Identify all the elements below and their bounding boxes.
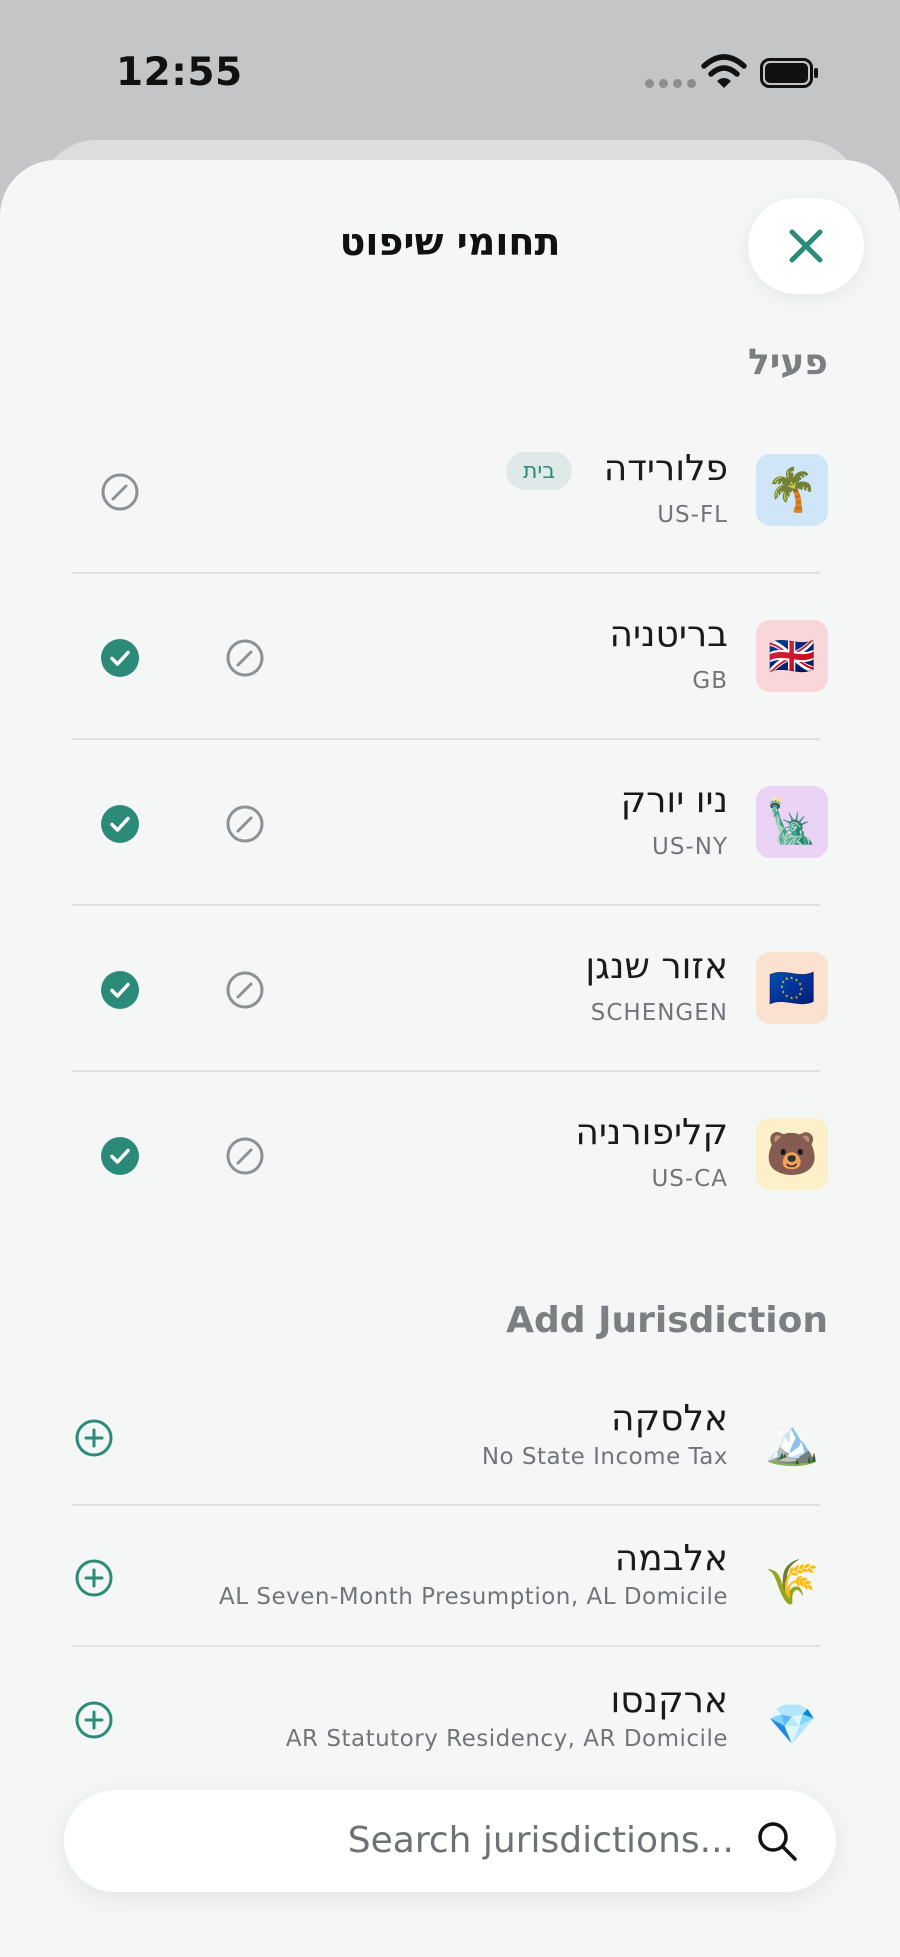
- jurisdiction-name: קליפורניה: [575, 1112, 728, 1153]
- search-icon[interactable]: [756, 1820, 798, 1862]
- jurisdiction-tile: 🏔️: [756, 1406, 828, 1478]
- checkmark-icon[interactable]: [100, 804, 140, 844]
- wheat-icon: 🌾: [764, 1557, 820, 1608]
- eu-flag-icon: 🇪🇺: [768, 965, 816, 1010]
- jurisdiction-tile: 🌾: [756, 1546, 828, 1618]
- active-jurisdiction-row[interactable]: 🌴 פלורידה בית US-FL: [72, 448, 828, 538]
- jurisdiction-tile: 💎: [756, 1688, 828, 1760]
- active-jurisdiction-row[interactable]: 🇪🇺 אזור שנגן SCHENGEN: [72, 946, 828, 1036]
- search-bar[interactable]: Search jurisdictions...: [64, 1790, 836, 1892]
- jurisdiction-detail: AR Statutory Residency, AR Domicile: [285, 1726, 728, 1752]
- status-time: 12:55: [116, 50, 243, 95]
- add-jurisdiction-row[interactable]: 🏔️ אלסקה No State Income Tax: [72, 1398, 828, 1488]
- close-icon: [789, 229, 823, 263]
- add-icon[interactable]: [74, 1558, 114, 1598]
- jurisdiction-name: בריטניה: [609, 614, 728, 655]
- jurisdiction-name: אלבמה: [614, 1538, 728, 1579]
- checkmark-icon[interactable]: [100, 638, 140, 678]
- mountain-icon: 🏔️: [764, 1417, 820, 1468]
- edit-icon[interactable]: [225, 638, 265, 678]
- active-jurisdiction-row[interactable]: 🗽 ניו יורק US-NY: [72, 780, 828, 870]
- battery-icon: [760, 58, 818, 88]
- bear-icon: 🐻: [765, 1129, 819, 1178]
- close-button[interactable]: [748, 198, 864, 294]
- cellular-signal-icon: [645, 79, 696, 88]
- add-section-label: Add Jurisdiction: [506, 1300, 828, 1341]
- divider: [72, 1504, 820, 1506]
- jurisdiction-tile: 🐻: [756, 1118, 828, 1190]
- jurisdiction-code: US-FL: [657, 502, 728, 528]
- palm-tree-icon: 🌴: [765, 465, 819, 514]
- jurisdiction-name: פלורידה: [603, 448, 728, 489]
- divider: [72, 738, 820, 740]
- edit-icon[interactable]: [225, 970, 265, 1010]
- statue-of-liberty-icon: 🗽: [765, 797, 819, 846]
- jurisdiction-name: ארקנסו: [610, 1680, 728, 1721]
- wifi-icon: [701, 54, 747, 88]
- add-jurisdiction-row[interactable]: 🌾 אלבמה AL Seven-Month Presumption, AL D…: [72, 1538, 828, 1628]
- jurisdiction-code: SCHENGEN: [590, 1000, 728, 1026]
- edit-icon[interactable]: [225, 804, 265, 844]
- divider: [72, 1070, 820, 1072]
- divider: [72, 572, 820, 574]
- active-jurisdiction-row[interactable]: 🇬🇧 בריטניה GB: [72, 614, 828, 704]
- search-input[interactable]: Search jurisdictions...: [348, 1820, 734, 1861]
- active-section-label: פעיל: [747, 342, 828, 383]
- jurisdiction-name: ניו יורק: [620, 780, 728, 821]
- divider: [72, 1645, 820, 1647]
- jurisdiction-detail: No State Income Tax: [481, 1444, 728, 1470]
- uk-flag-icon: 🇬🇧: [768, 633, 816, 678]
- jurisdiction-name: אלסקה: [611, 1398, 728, 1439]
- diamond-icon: 💎: [767, 1701, 817, 1748]
- jurisdiction-code: GB: [692, 668, 728, 694]
- divider: [72, 904, 820, 906]
- add-icon[interactable]: [74, 1700, 114, 1740]
- jurisdiction-tile: 🇪🇺: [756, 952, 828, 1024]
- jurisdiction-code: US-NY: [652, 834, 728, 860]
- add-jurisdiction-row[interactable]: 💎 ארקנסו AR Statutory Residency, AR Domi…: [72, 1680, 828, 1770]
- active-jurisdiction-row[interactable]: 🐻 קליפורניה US-CA: [72, 1112, 828, 1202]
- jurisdiction-code: US-CA: [651, 1166, 728, 1192]
- jurisdiction-tile: 🇬🇧: [756, 620, 828, 692]
- screen: 12:55 תחומי שיפוט פעיל 🌴 פלורידה בית US-…: [0, 0, 900, 1957]
- home-badge: בית: [506, 452, 572, 490]
- jurisdiction-detail: AL Seven-Month Presumption, AL Domicile: [219, 1584, 728, 1610]
- checkmark-icon[interactable]: [100, 1136, 140, 1176]
- add-icon[interactable]: [74, 1418, 114, 1458]
- jurisdiction-tile: 🗽: [756, 786, 828, 858]
- checkmark-icon[interactable]: [100, 970, 140, 1010]
- edit-icon[interactable]: [100, 472, 140, 512]
- jurisdiction-tile: 🌴: [756, 454, 828, 526]
- edit-icon[interactable]: [225, 1136, 265, 1176]
- jurisdiction-name: אזור שנגן: [585, 946, 728, 987]
